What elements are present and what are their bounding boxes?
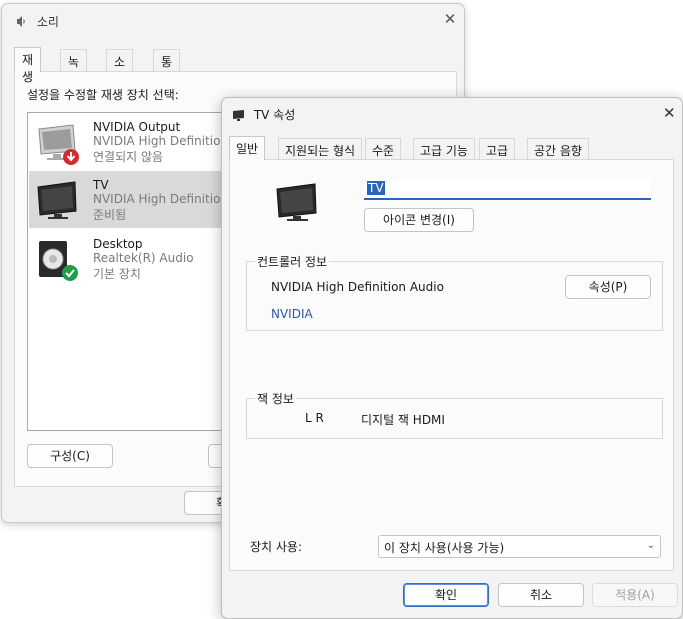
tab-sounds[interactable]: 소리 [106,49,134,86]
controller-name: NVIDIA High Definition Audio [271,280,444,294]
tab-playback[interactable]: 재생 [14,47,42,84]
tv-properties-close-icon[interactable]: ✕ [663,104,676,122]
jack-info-group: 잭 정보 L R 디지털 잭 HDMI [246,390,663,439]
device-status: 준비됨 [93,208,127,222]
tab-spatial-sound[interactable]: 공간 음향 [527,138,589,159]
device-usage-value: 이 장치 사용(사용 가능) [384,541,505,555]
tv-properties-title: TV 속성 [253,108,296,122]
ok-button[interactable]: 확인 [403,583,489,607]
controller-info-title: 컨트롤러 정보 [255,253,330,270]
device-name: NVIDIA Output [93,120,181,134]
tab-levels[interactable]: 수준 [365,138,402,159]
speaker-default-icon [39,241,78,281]
device-driver: NVIDIA High Definition [93,192,229,206]
controller-vendor: NVIDIA [271,307,313,321]
sound-window-title: 소리 [36,15,59,29]
apply-button[interactable]: 적용(A) [592,583,678,607]
controller-info-group: 컨트롤러 정보 NVIDIA High Definition Audio NVI… [246,253,663,331]
tab-enhancements[interactable]: 고급 기능 [413,138,475,159]
sound-close-icon[interactable]: ✕ [443,12,457,27]
jack-channels: L R [305,411,324,425]
tab-supported-formats[interactable]: 지원되는 형식 [278,138,363,159]
device-usage-label: 장치 사용: [250,540,303,554]
device-item-desktop[interactable]: Desktop Realtek(R) Audio 기본 장치 [29,230,240,287]
jack-type: 디지털 잭 HDMI [361,413,445,427]
monitor-disconnected-icon [38,124,79,165]
tab-communications[interactable]: 통신 [153,49,181,86]
tv-monitor-icon [37,181,77,219]
device-list[interactable]: NVIDIA Output NVIDIA High Definition 연결되… [27,112,241,431]
controller-properties-button[interactable]: 속성(P) [565,275,651,299]
configure-button[interactable]: 구성(C) [27,444,113,468]
device-usage-select[interactable]: 이 장치 사용(사용 가능) ⌄ [378,535,661,558]
chevron-down-icon: ⌄ [646,540,655,551]
general-panel: TV 아이콘 변경(I) 컨트롤러 정보 NVIDIA High Definit… [229,159,674,571]
tab-recording[interactable]: 녹음 [60,49,88,86]
device-name-input[interactable]: TV [364,180,651,200]
sound-window-titlebar: 소리 [14,13,59,30]
playback-prompt: 설정을 수정할 재생 장치 선택: [27,88,179,102]
tab-general[interactable]: 일반 [229,136,266,160]
cancel-button[interactable]: 취소 [498,583,584,607]
tab-advanced[interactable]: 고급 [479,138,516,159]
jack-info-title: 잭 정보 [255,390,296,407]
device-name: Desktop [93,237,143,251]
device-item-tv[interactable]: TV NVIDIA High Definition 준비됨 [29,171,240,228]
device-status: 연결되지 않음 [93,150,164,164]
speaker-icon [17,16,25,27]
tv-small-icon [233,110,244,121]
tv-properties-titlebar: TV 속성 [232,106,295,123]
device-status: 기본 장치 [93,267,141,281]
device-item-nvidia-output[interactable]: NVIDIA Output NVIDIA High Definition 연결되… [29,113,240,170]
device-name: TV [93,178,109,192]
device-driver: Realtek(R) Audio [93,251,194,265]
change-icon-button[interactable]: 아이콘 변경(I) [364,208,474,232]
device-name-value: TV [367,181,385,195]
tv-properties-window: TV 속성 ✕ 일반 지원되는 형식 수준 고급 기능 고급 공간 음향 TV … [221,97,683,619]
device-driver: NVIDIA High Definition [93,134,229,148]
tv-device-icon [276,183,317,221]
